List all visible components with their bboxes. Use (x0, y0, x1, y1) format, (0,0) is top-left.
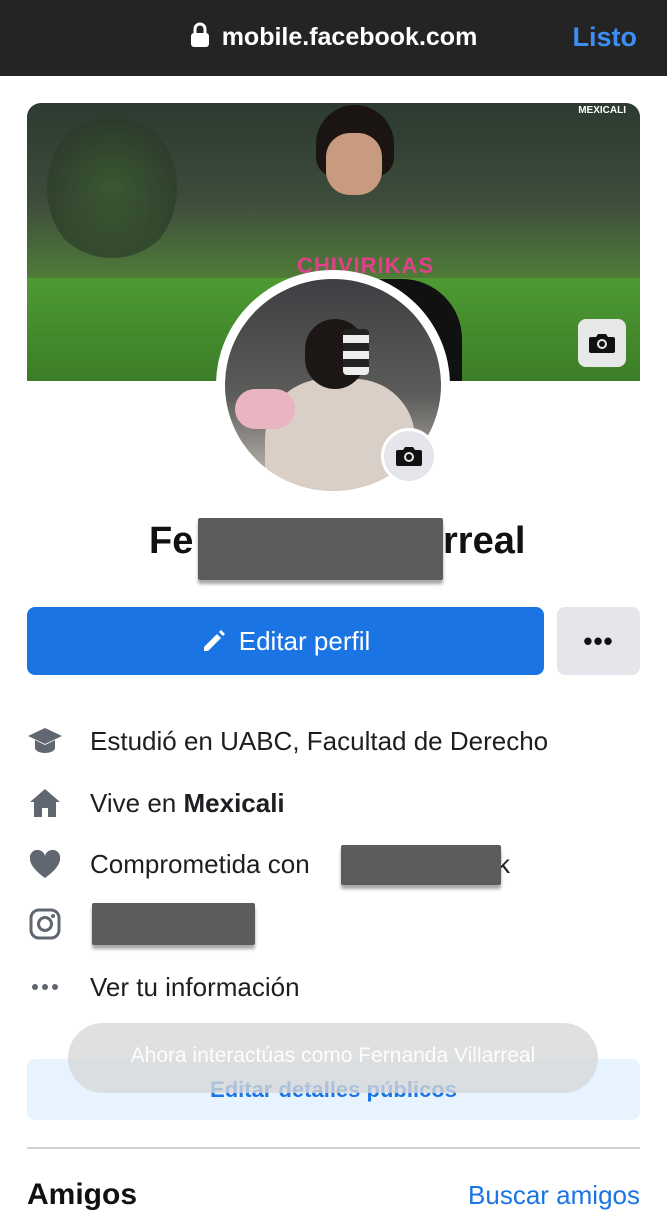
instagram-icon (27, 906, 63, 942)
more-icon: ••• (583, 625, 614, 656)
find-friends-link[interactable]: Buscar amigos (468, 1180, 640, 1211)
name-start: Fe (149, 520, 194, 562)
lock-icon (190, 22, 210, 55)
more-options-button[interactable]: ••• (557, 607, 640, 675)
relationship-prefix: Comprometida con (90, 848, 310, 879)
residence-city[interactable]: Mexicali (183, 788, 284, 818)
residence-prefix: Vive en (90, 787, 184, 818)
heart-icon (27, 846, 63, 882)
cover-brand-logo: MEXICALI (578, 105, 626, 116)
camera-icon (589, 334, 615, 353)
browser-bar: mobile.facebook.com Listo (0, 0, 667, 76)
cover-camera-button[interactable] (578, 319, 626, 367)
pencil-icon (203, 630, 225, 651)
education-row: Estudió en UABC, Facultad de Derecho (0, 721, 667, 761)
name-end: rreal (443, 520, 526, 562)
relationship-row: Comprometida con k (0, 844, 667, 884)
graduation-cap-icon (27, 723, 63, 759)
acting-as-toast: Ahora interactúas como Fernanda Villarre… (68, 1023, 598, 1093)
edit-profile-label: Editar perfil (238, 625, 371, 656)
residence-text: Vive en Mexicali (90, 788, 285, 819)
toast-text: Ahora interactúas como Fernanda Villarre… (130, 1044, 536, 1067)
education-text: Estudió en UABC, Facultad de Derecho (90, 725, 549, 756)
address-bar[interactable]: mobile.facebook.com (0, 22, 667, 55)
see-info-text[interactable]: Ver tu información (90, 972, 300, 1003)
ellipsis-icon (27, 969, 63, 1005)
url-text: mobile.facebook.com (221, 23, 478, 51)
done-button[interactable]: Listo (573, 22, 638, 53)
section-divider (27, 1147, 640, 1149)
camera-icon (396, 447, 422, 466)
instagram-handle-redaction (92, 903, 255, 945)
edit-profile-button[interactable]: Editar perfil (27, 607, 544, 675)
friends-heading: Amigos (27, 1178, 138, 1211)
relationship-text: Comprometida con (90, 849, 310, 880)
cover-tree (47, 113, 177, 263)
cover-person-face (326, 133, 382, 195)
partner-name-redaction (341, 845, 501, 885)
residence-row: Vive en Mexicali (0, 783, 667, 823)
see-info-row[interactable]: Ver tu información (0, 967, 667, 1007)
name-redaction (198, 518, 443, 580)
profile-camera-button[interactable] (381, 428, 437, 484)
house-icon (27, 785, 63, 821)
